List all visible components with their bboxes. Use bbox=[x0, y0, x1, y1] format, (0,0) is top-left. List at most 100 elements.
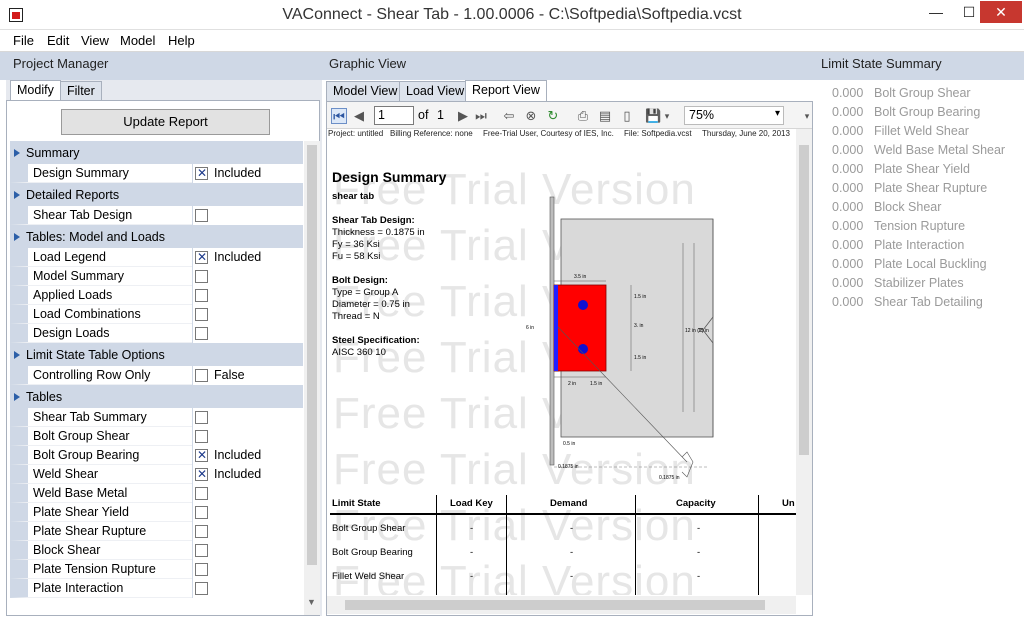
report-date: Thursday, June 20, 2013 bbox=[702, 129, 790, 138]
checkbox[interactable] bbox=[195, 563, 208, 576]
category-detailed-reports[interactable]: Detailed Reports bbox=[10, 183, 303, 206]
row-load-combinations[interactable]: Load Combinations bbox=[10, 305, 303, 324]
page-layout-icon[interactable]: ▤ bbox=[597, 108, 613, 124]
toolbar-overflow-icon[interactable]: ▾ bbox=[799, 108, 815, 124]
stop-icon[interactable]: ⊗ bbox=[523, 108, 539, 124]
row-load-legend[interactable]: Load LegendIncluded bbox=[10, 248, 303, 267]
row-applied-loads[interactable]: Applied Loads bbox=[10, 286, 303, 305]
checkbox[interactable] bbox=[195, 369, 208, 382]
maximize-button[interactable]: ☐ bbox=[955, 1, 983, 23]
checkbox[interactable] bbox=[195, 544, 208, 557]
checkbox[interactable] bbox=[195, 250, 208, 264]
tab-report-view[interactable]: Report View bbox=[465, 80, 547, 101]
checkbox[interactable] bbox=[195, 525, 208, 538]
row-controlling-row-only[interactable]: Controlling Row Only False bbox=[10, 366, 303, 385]
bolt-diameter: Diameter = 0.75 in bbox=[332, 299, 410, 310]
checkbox[interactable] bbox=[195, 467, 208, 481]
tab-load-view[interactable]: Load View bbox=[399, 81, 472, 101]
property-grid-scrollbar[interactable]: ▼ bbox=[304, 141, 320, 615]
dim-b4: 0.1875 in bbox=[558, 464, 579, 470]
prev-page-icon[interactable]: ◀ bbox=[351, 108, 367, 124]
report-vertical-scrollbar[interactable] bbox=[796, 129, 812, 595]
limit-state-summary-panel bbox=[818, 80, 1024, 616]
category-summary[interactable]: Summary bbox=[10, 141, 303, 164]
category-limit-state-table-options[interactable]: Limit State Table Options bbox=[10, 343, 303, 366]
property-grid: Summary Design SummaryIncluded Detailed … bbox=[10, 141, 303, 598]
report-page: Project: untitled Billing Reference: non… bbox=[327, 129, 796, 595]
category-tables[interactable]: Tables bbox=[10, 385, 303, 408]
print-icon[interactable]: ⎙ bbox=[575, 108, 591, 124]
checkbox[interactable] bbox=[195, 270, 208, 283]
row-plate-shear-yield[interactable]: Plate Shear Yield bbox=[10, 503, 303, 522]
dim-d1: 1.5 in bbox=[634, 294, 646, 300]
scroll-down-arrow[interactable]: ▼ bbox=[307, 597, 316, 607]
table-row: Fillet Weld Shear - - - bbox=[332, 571, 701, 582]
report-project: Project: untitled bbox=[328, 129, 384, 138]
dim-d2: 3. in bbox=[634, 323, 644, 329]
menu-edit[interactable]: Edit bbox=[47, 33, 69, 48]
next-page-icon[interactable]: ▶ bbox=[455, 108, 471, 124]
checkbox[interactable] bbox=[195, 308, 208, 321]
checkbox[interactable] bbox=[195, 166, 208, 180]
row-weld-base-metal[interactable]: Weld Base Metal bbox=[10, 484, 303, 503]
menu-bar: File Edit View Model Help bbox=[0, 30, 1024, 52]
checkbox[interactable] bbox=[195, 411, 208, 424]
row-bolt-group-shear[interactable]: Bolt Group Shear bbox=[10, 427, 303, 446]
row-shear-tab-summary[interactable]: Shear Tab Summary bbox=[10, 408, 303, 427]
row-weld-shear[interactable]: Weld ShearIncluded bbox=[10, 465, 303, 484]
checkbox[interactable] bbox=[195, 506, 208, 519]
checkbox[interactable] bbox=[195, 487, 208, 500]
menu-view[interactable]: View bbox=[81, 33, 109, 48]
last-page-icon[interactable]: ⏭ bbox=[473, 108, 489, 124]
row-model-summary[interactable]: Model Summary bbox=[10, 267, 303, 286]
row-plate-shear-rupture[interactable]: Plate Shear Rupture bbox=[10, 522, 303, 541]
steel-spec-heading: Steel Specification: bbox=[332, 335, 420, 346]
row-design-loads[interactable]: Design Loads bbox=[10, 324, 303, 343]
checkbox[interactable] bbox=[195, 582, 208, 595]
checkbox[interactable] bbox=[195, 448, 208, 462]
row-plate-interaction[interactable]: Plate Interaction bbox=[10, 579, 303, 598]
report-billing: Billing Reference: none bbox=[390, 129, 473, 138]
bolt-design-heading: Bolt Design: bbox=[332, 275, 388, 286]
dim-b5: 0.1875 in bbox=[659, 475, 680, 481]
table-row: Bolt Group Bearing - - - bbox=[332, 547, 701, 558]
row-plate-tension-rupture[interactable]: Plate Tension Rupture bbox=[10, 560, 303, 579]
minimize-button[interactable]: — bbox=[922, 1, 950, 23]
page-number-input[interactable]: 1 bbox=[374, 106, 414, 125]
scroll-thumb[interactable] bbox=[307, 145, 317, 565]
row-design-summary[interactable]: Design SummaryIncluded bbox=[10, 164, 303, 183]
menu-model[interactable]: Model bbox=[120, 33, 155, 48]
row-block-shear[interactable]: Block Shear bbox=[10, 541, 303, 560]
project-manager-title: Project Manager bbox=[13, 56, 109, 71]
tab-modify[interactable]: Modify bbox=[10, 80, 61, 101]
checkbox[interactable] bbox=[195, 430, 208, 443]
tab-filter[interactable]: Filter bbox=[60, 81, 102, 101]
checkbox[interactable] bbox=[195, 209, 208, 222]
menu-help[interactable]: Help bbox=[168, 33, 195, 48]
first-page-icon[interactable]: ⏮ bbox=[331, 108, 347, 124]
title-bar: VAConnect - Shear Tab - 1.00.0006 - C:\S… bbox=[0, 0, 1024, 30]
dim-b1: 2 in bbox=[568, 381, 576, 387]
window-title: VAConnect - Shear Tab - 1.00.0006 - C:\S… bbox=[282, 6, 742, 23]
page-setup-icon[interactable]: ▯ bbox=[619, 108, 635, 124]
scroll-thumb[interactable] bbox=[799, 145, 809, 455]
back-icon[interactable]: ⇦ bbox=[501, 108, 517, 124]
dim-b2: 1.5 in bbox=[590, 381, 602, 387]
table-row: Bolt Group Shear - - - bbox=[332, 523, 701, 534]
checkbox[interactable] bbox=[195, 327, 208, 340]
menu-file[interactable]: File bbox=[13, 33, 34, 48]
dim-d3: 1.5 in bbox=[634, 355, 646, 361]
row-bolt-group-bearing[interactable]: Bolt Group BearingIncluded bbox=[10, 446, 303, 465]
close-button[interactable]: ✕ bbox=[980, 1, 1022, 23]
row-shear-tab-design[interactable]: Shear Tab Design bbox=[10, 206, 303, 225]
export-dropdown-icon[interactable]: ▾ bbox=[659, 108, 675, 124]
category-tables-model-loads[interactable]: Tables: Model and Loads bbox=[10, 225, 303, 248]
refresh-icon[interactable]: ↻ bbox=[545, 108, 561, 124]
tab-model-view[interactable]: Model View bbox=[326, 81, 405, 101]
report-horizontal-scrollbar[interactable] bbox=[327, 596, 796, 614]
scroll-thumb[interactable] bbox=[345, 600, 765, 610]
dim-r2: 15 in bbox=[698, 328, 709, 334]
update-report-button[interactable]: Update Report bbox=[61, 109, 270, 135]
checkbox[interactable] bbox=[195, 289, 208, 302]
zoom-select[interactable]: 75% bbox=[684, 106, 784, 125]
